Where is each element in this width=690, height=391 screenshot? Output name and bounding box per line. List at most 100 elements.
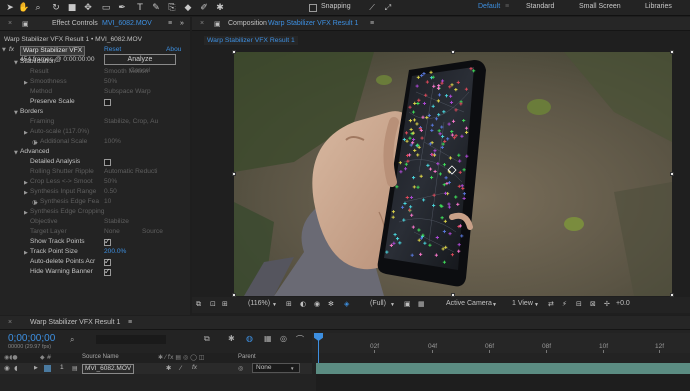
timeline-menu-icon[interactable]: ≡	[128, 319, 132, 326]
property-value[interactable]: Subspace Warp	[104, 88, 151, 95]
toggle-pixel-icon[interactable]: ⇄	[548, 300, 554, 308]
clone-stamp-tool-icon[interactable]: ⎘	[166, 2, 178, 14]
property-value[interactable]: 200.0%	[104, 248, 126, 255]
property-checkbox[interactable]	[104, 99, 111, 106]
workspace-default[interactable]: Default	[478, 3, 500, 10]
property-value[interactable]: 50%	[104, 78, 117, 85]
property-expand-icon[interactable]: ▶	[24, 210, 28, 216]
timeline-tab-label[interactable]: Warp Stabilizer VFX Result 1	[30, 319, 120, 326]
reset-exposure-icon[interactable]: ✢	[604, 300, 610, 308]
layer-expand-icon[interactable]: ▶	[34, 365, 38, 371]
about-link[interactable]: Abou	[166, 46, 181, 53]
property-checkbox[interactable]	[104, 237, 111, 246]
lock-icon[interactable]: ▣	[22, 20, 29, 28]
roto-brush-tool-icon[interactable]: ✐	[198, 2, 210, 14]
effect-property-row[interactable]: Hide Warning Banner	[0, 267, 188, 278]
section-stabilization[interactable]: ▼ Stabilization	[0, 58, 188, 68]
section-borders[interactable]: ▼ Borders	[0, 108, 188, 118]
selection-tool-icon[interactable]: ➤	[4, 2, 16, 14]
property-value[interactable]: 0.50	[104, 188, 117, 195]
zoom-tool-icon[interactable]: ⌕	[32, 2, 44, 14]
effect-property-row[interactable]: ▶ Synthesis Input Range 0.50	[0, 188, 188, 198]
layer-handle-tl[interactable]	[232, 50, 236, 54]
mask-tool-icon[interactable]: ▭	[100, 2, 112, 14]
layer-row[interactable]: ◉ ◖ ▶ 1 ▤ MVI_6082.MOV ✱ ⁄ fx ◎ None ▼	[0, 363, 312, 374]
section-expand-icon[interactable]: ▼	[14, 60, 18, 66]
effect-property-row[interactable]: Framing Stabilize, Crop, Au	[0, 118, 188, 128]
parent-pickwhip-icon[interactable]: ◎	[238, 365, 243, 372]
view-layout-dropdown[interactable]: 1 View	[512, 300, 533, 307]
effect-controls-tab-file[interactable]: MVI_6082.MOV	[102, 20, 152, 27]
section-expand-icon[interactable]: ▼	[14, 150, 18, 156]
fit-icon[interactable]: ⊡	[210, 300, 216, 308]
layer-handle-tc[interactable]	[451, 50, 455, 54]
effect-property-row[interactable]: ▶ Track Point Size 200.0%	[0, 248, 188, 258]
layer-visibility-icon[interactable]: ◉	[4, 364, 10, 372]
property-expand-icon[interactable]: ▶	[24, 80, 28, 86]
timecode-icon[interactable]: ◈	[344, 300, 349, 308]
layer-source-name[interactable]: MVI_6082.MOV	[82, 364, 135, 374]
effect-property-row[interactable]: Detailed Analysis	[0, 158, 188, 168]
pen-tool-icon[interactable]: ✒	[116, 2, 128, 14]
graph-editor-icon[interactable]: ⌒	[296, 334, 304, 345]
property-value-secondary[interactable]: Source	[142, 228, 163, 235]
comp-mini-flowchart-icon[interactable]: ⧉	[204, 334, 210, 344]
effect-property-row[interactable]: Rolling Shutter Ripple Automatic Reducti	[0, 168, 188, 178]
effect-property-row[interactable]: Method Subspace Warp	[0, 88, 188, 98]
timeline-search-icon[interactable]: ⌕	[70, 335, 74, 345]
effect-property-row[interactable]: Objective Stabilize	[0, 218, 188, 228]
comp-tab-name[interactable]: Warp Stabilizer VFX Result 1	[268, 20, 358, 27]
workspace-libraries[interactable]: Libraries	[645, 3, 672, 10]
layer-shy-switch-icon[interactable]: ✱	[166, 364, 171, 372]
section-advanced[interactable]: ▼ Advanced	[0, 148, 188, 158]
workspace-menu-icon[interactable]: ≡	[505, 3, 509, 10]
mask-visibility-icon[interactable]: ⊞	[222, 300, 228, 308]
property-checkbox[interactable]	[104, 159, 111, 166]
effect-property-row[interactable]: ▶ Synthesis Edge Cropping	[0, 208, 188, 218]
timeline-search-input[interactable]	[96, 335, 166, 344]
comp-subtab[interactable]: Warp Stabilizer VFX Result 1	[204, 36, 298, 45]
effect-property-row[interactable]: ▶ ◷ Additional Scale 100%	[0, 138, 188, 148]
eraser-tool-icon[interactable]: ◆	[182, 2, 194, 14]
property-value[interactable]: Automatic Reducti	[104, 168, 158, 175]
layer-handle-mr[interactable]	[670, 172, 674, 176]
panel-menu-icon[interactable]: ≡	[168, 20, 172, 27]
effect-property-row[interactable]: ▶ Auto-scale (117.0%)	[0, 128, 188, 138]
puppet-pin-tool-icon[interactable]: ✱	[214, 2, 226, 14]
property-expand-icon[interactable]: ▶	[24, 180, 28, 186]
property-value[interactable]: Stabilize, Crop, Au	[104, 118, 158, 125]
snapping-checkbox[interactable]	[309, 4, 317, 12]
exposure-value[interactable]: +0.0	[616, 300, 630, 307]
timeline-icon[interactable]: ⊠	[590, 300, 596, 308]
comp-lock-icon[interactable]: ▣	[214, 20, 221, 28]
snapshot-icon[interactable]: ◉	[314, 300, 320, 308]
property-value[interactable]: None	[104, 228, 120, 235]
property-value[interactable]: 50%	[104, 178, 117, 185]
close-timeline-tab-icon[interactable]: ×	[8, 319, 12, 326]
workspace-small-screen[interactable]: Small Screen	[579, 3, 621, 10]
pan-behind-tool-icon[interactable]: ✥	[82, 2, 94, 14]
effect-property-row[interactable]: ▶ Crop Less <-> Smoot 50%	[0, 178, 188, 188]
motion-blur-icon[interactable]: ◎	[280, 334, 287, 343]
color-wheel-icon[interactable]: ✻	[328, 300, 334, 308]
property-checkbox[interactable]	[104, 267, 111, 276]
layer-audio-icon[interactable]: ◖	[14, 364, 17, 372]
effect-expand-icon[interactable]: ▼	[2, 47, 6, 53]
hand-tool-icon[interactable]: ✋	[18, 2, 30, 14]
layer-handle-ml[interactable]	[232, 172, 236, 176]
effect-property-row[interactable]: Auto-delete Points Acr	[0, 257, 188, 268]
composition-viewer[interactable]	[234, 52, 672, 296]
effect-property-row[interactable]: ▶ Smoothness 50%	[0, 78, 188, 88]
comp-flowchart-icon[interactable]: ⊟	[576, 300, 582, 308]
effect-name[interactable]: Warp Stabilizer VFX	[20, 46, 86, 56]
camera-dropdown[interactable]: Active Camera	[446, 300, 492, 307]
close-tab-icon[interactable]: ×	[8, 20, 12, 27]
source-name-header[interactable]: Source Name	[82, 354, 119, 360]
effect-property-row[interactable]: ▶ ◷ Synthesis Edge Fea 10	[0, 198, 188, 208]
effect-property-row[interactable]: Target Layer None Source	[0, 228, 188, 238]
property-checkbox[interactable]	[104, 257, 111, 266]
timecode-display[interactable]: 0;00;00;00	[8, 333, 55, 344]
brush-tool-icon[interactable]: ✎	[150, 2, 162, 14]
stopwatch-icon[interactable]: ◷	[32, 199, 37, 206]
effect-property-row[interactable]: Result Smooth Motion	[0, 68, 188, 78]
